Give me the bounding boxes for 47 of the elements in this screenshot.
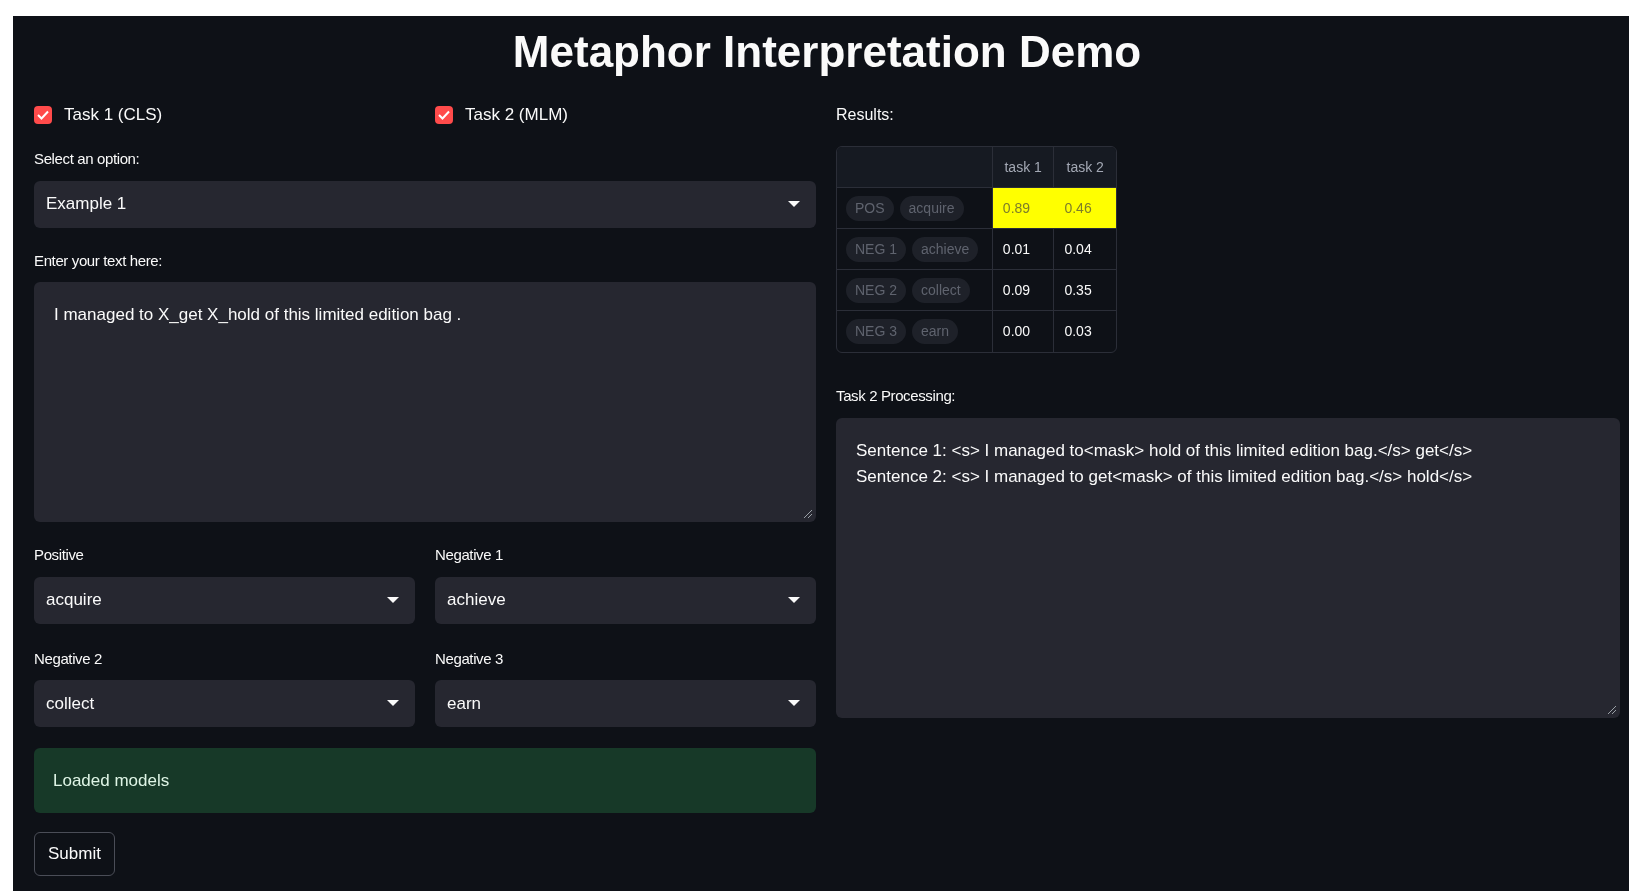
column-header: task 2 bbox=[1065, 157, 1105, 177]
status-message: Loaded models bbox=[53, 769, 170, 792]
checkbox[interactable] bbox=[435, 106, 453, 124]
table-cell: 0.46 bbox=[1054, 188, 1116, 228]
table-cell: 0.00 bbox=[992, 311, 1055, 352]
caret-icon bbox=[788, 596, 800, 604]
caret-icon bbox=[788, 200, 800, 208]
tag-chip: achieve bbox=[912, 236, 979, 262]
dropdown[interactable]: achieve bbox=[435, 576, 816, 624]
dropdown[interactable]: collect bbox=[34, 680, 415, 727]
dropdown[interactable]: earn bbox=[435, 680, 816, 727]
field-label: Negative 2 bbox=[34, 648, 103, 669]
checkbox[interactable] bbox=[34, 106, 52, 124]
table-cell: 0.01 bbox=[992, 229, 1055, 269]
table-cell: 0.09 bbox=[992, 270, 1055, 310]
caret-icon bbox=[387, 700, 399, 707]
tag-chip: NEG 2 bbox=[846, 277, 906, 303]
resize-handle-icon[interactable] bbox=[803, 509, 813, 519]
tag-chip: POS bbox=[846, 195, 894, 221]
text-area[interactable]: Sentence 1: <s> I managed to<mask> hold of this limited edition bag.</s> get</s> Sentence 2: <s> I managed to get<mask> of this limited edition bag.</s> hold</s> bbox=[836, 417, 1620, 718]
page-title: Metaphor Interpretation Demo bbox=[511, 26, 1143, 78]
field-label: Enter your text here: bbox=[34, 250, 164, 271]
field-label: Negative 1 bbox=[435, 545, 504, 565]
table-cell-text: 0.04 bbox=[1063, 239, 1093, 259]
checkbox-label: Task 1 (CLS) bbox=[64, 104, 163, 127]
text-area[interactable]: I managed to X_get X_hold of this limited edition bag . bbox=[34, 282, 816, 522]
field-label: Positive bbox=[34, 545, 85, 565]
caret-icon bbox=[788, 700, 800, 707]
field-label: Task 2 Processing: bbox=[836, 386, 957, 406]
resize-handle-icon[interactable] bbox=[1607, 704, 1617, 715]
field-label: Select an option: bbox=[34, 149, 141, 169]
checkbox-label: Task 2 (MLM) bbox=[465, 104, 568, 127]
caret-icon bbox=[387, 596, 399, 604]
tag-chip: acquire bbox=[899, 195, 964, 221]
table-cell-text: 0.35 bbox=[1063, 280, 1093, 300]
results-label: Results: bbox=[836, 105, 894, 125]
table-cell: 0.89 bbox=[992, 188, 1055, 228]
table-cell-text: 0.03 bbox=[1063, 322, 1093, 341]
tag-chip: earn bbox=[912, 319, 959, 344]
submit-button[interactable]: Submit bbox=[34, 832, 115, 876]
column-header: task 1 bbox=[992, 147, 1055, 187]
dropdown[interactable]: acquire bbox=[34, 576, 415, 624]
field-label: Negative 3 bbox=[435, 648, 504, 669]
tag-chip: NEG 3 bbox=[846, 319, 906, 344]
tag-chip: NEG 1 bbox=[846, 236, 906, 262]
tag-chip: collect bbox=[912, 277, 970, 303]
dropdown[interactable]: Example 1 bbox=[34, 180, 816, 228]
